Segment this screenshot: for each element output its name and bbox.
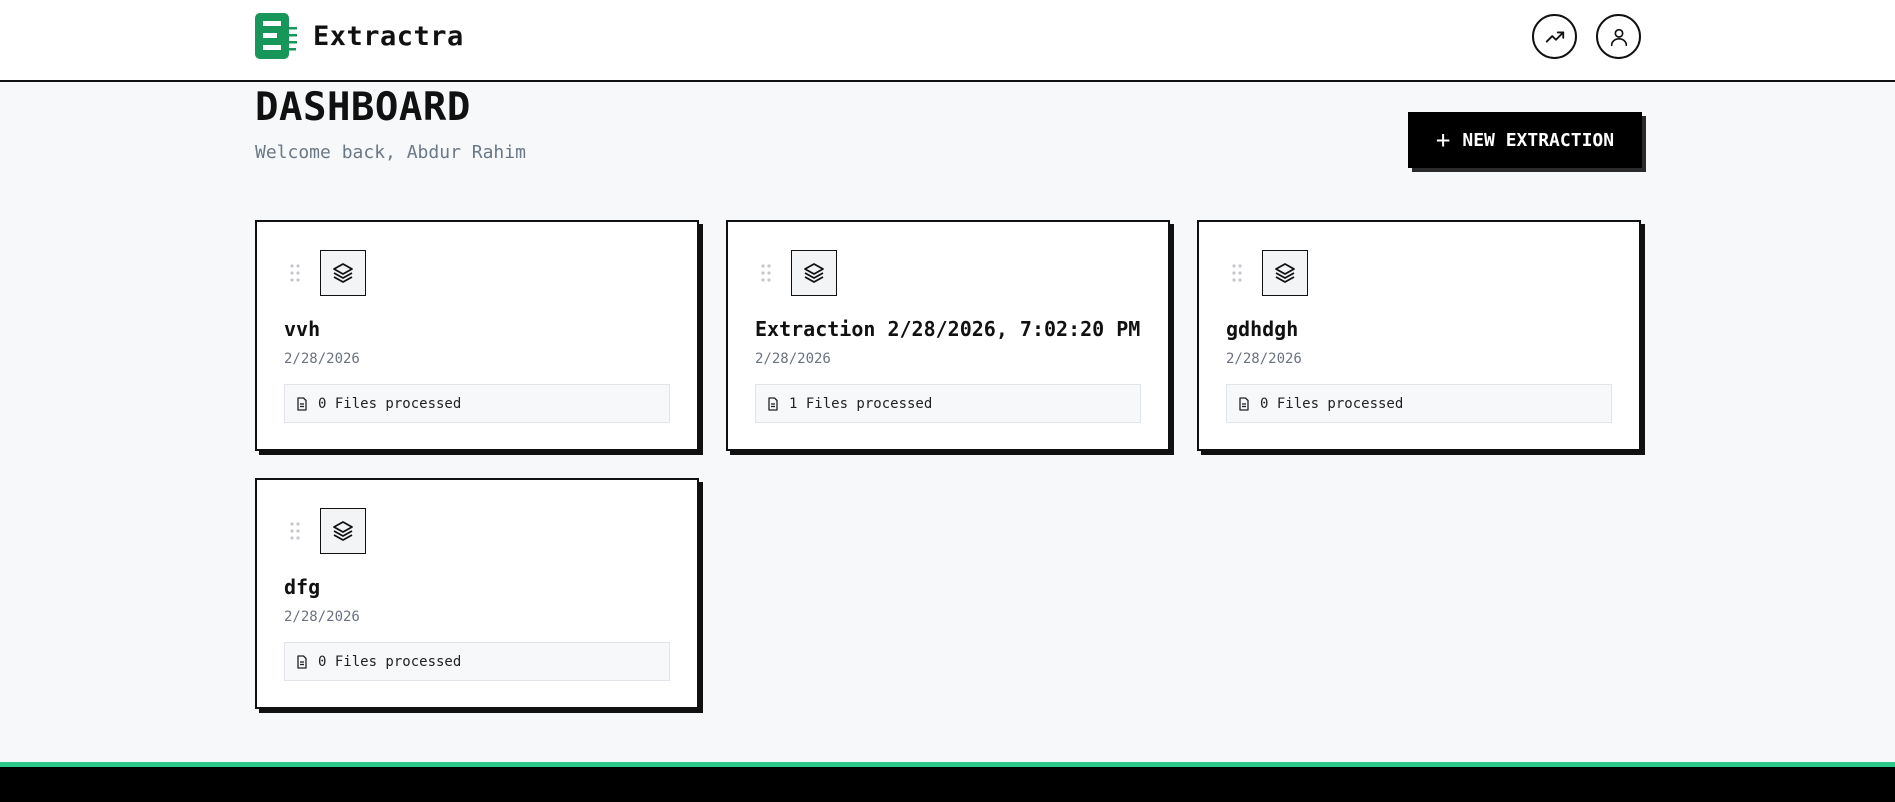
extraction-date: 2/28/2026 xyxy=(284,609,360,625)
files-processed: 0 Files processed xyxy=(1226,384,1612,423)
file-icon xyxy=(297,654,307,669)
brand[interactable]: Extractra xyxy=(255,13,464,59)
extraction-title: Extraction 2/28/2026, 7:02:20 PM xyxy=(755,317,1141,341)
extraction-card[interactable]: dfg 2/28/2026 0 Files processed xyxy=(255,478,699,709)
layers-icon xyxy=(804,263,824,283)
layers-icon xyxy=(1275,263,1295,283)
files-processed-label: 1 Files processed xyxy=(789,395,933,412)
extraction-card[interactable]: gdhdgh 2/28/2026 0 Files processed xyxy=(1197,220,1641,451)
extractra-logo-icon xyxy=(255,13,297,59)
files-processed: 0 Files processed xyxy=(284,384,670,423)
plus-icon: + xyxy=(1435,126,1451,154)
analytics-button[interactable] xyxy=(1532,14,1577,59)
extraction-title: vvh xyxy=(284,317,321,341)
profile-button[interactable] xyxy=(1596,14,1641,59)
page-title: DASHBOARD xyxy=(255,85,471,130)
extraction-card[interactable]: Extraction 2/28/2026, 7:02:20 PM 2/28/20… xyxy=(726,220,1170,451)
extraction-date: 2/28/2026 xyxy=(1226,351,1302,367)
file-icon xyxy=(297,396,307,411)
top-navbar: Extractra xyxy=(0,0,1895,82)
layers-icon-box xyxy=(1262,250,1308,296)
footer xyxy=(0,767,1895,802)
files-processed: 0 Files processed xyxy=(284,642,670,681)
user-icon xyxy=(1610,28,1627,46)
welcome-message: Welcome back, Abdur Rahim xyxy=(255,142,526,163)
files-processed-label: 0 Files processed xyxy=(318,395,462,412)
extraction-title: dfg xyxy=(284,575,321,599)
extraction-date: 2/28/2026 xyxy=(284,351,360,367)
extraction-title: gdhdgh xyxy=(1226,317,1299,341)
drag-handle-icon[interactable] xyxy=(290,264,300,282)
file-icon xyxy=(768,396,778,411)
layers-icon xyxy=(333,521,353,541)
drag-handle-icon[interactable] xyxy=(290,522,300,540)
files-processed: 1 Files processed xyxy=(755,384,1141,423)
extraction-date: 2/28/2026 xyxy=(755,351,831,367)
layers-icon-box xyxy=(791,250,837,296)
drag-handle-icon[interactable] xyxy=(1232,264,1242,282)
files-processed-label: 0 Files processed xyxy=(1260,395,1404,412)
extraction-card[interactable]: vvh 2/28/2026 0 Files processed xyxy=(255,220,699,451)
trending-up-icon xyxy=(1545,30,1564,42)
brand-name: Extractra xyxy=(313,20,464,52)
files-processed-label: 0 Files processed xyxy=(318,653,462,670)
file-icon xyxy=(1239,396,1249,411)
layers-icon-box xyxy=(320,508,366,554)
layers-icon xyxy=(333,263,353,283)
new-extraction-label: NEW EXTRACTION xyxy=(1462,129,1615,151)
layers-icon-box xyxy=(320,250,366,296)
new-extraction-button[interactable]: + NEW EXTRACTION xyxy=(1408,112,1642,168)
drag-handle-icon[interactable] xyxy=(761,264,771,282)
